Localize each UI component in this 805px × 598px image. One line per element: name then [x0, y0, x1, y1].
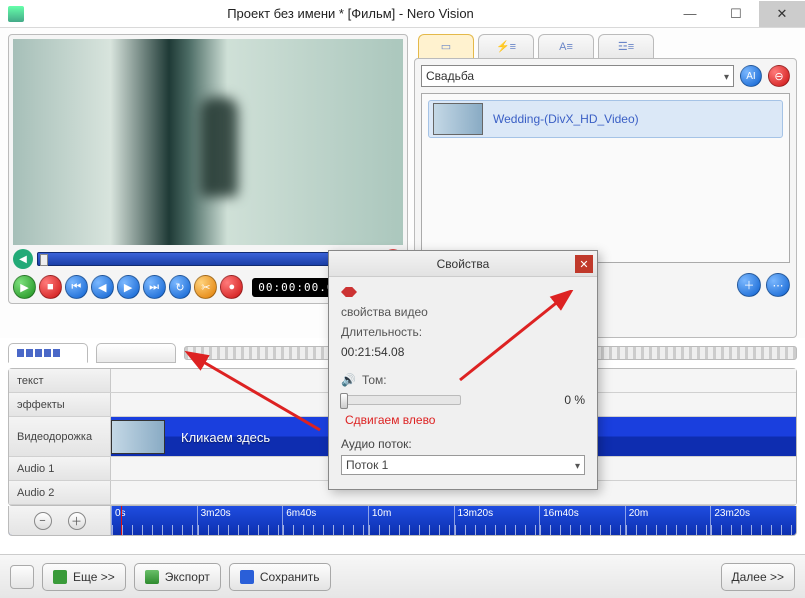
audio-stream-value: Поток 1 — [346, 458, 388, 472]
window-close-button[interactable] — [759, 1, 805, 27]
library-tab-effects[interactable]: ⚡≡ — [478, 34, 534, 58]
chevron-down-icon — [575, 458, 580, 472]
track-label-audio1: Audio 1 — [9, 457, 111, 480]
chevron-down-icon — [724, 69, 729, 83]
track-label-video: Видеодорожка — [9, 417, 111, 456]
timeline-tab-storyboard[interactable] — [8, 343, 88, 363]
stop-button[interactable]: ■ — [39, 275, 62, 299]
mark-in-button[interactable]: ◀ — [13, 249, 33, 269]
library-item-name: Wedding-(DivX_HD_Video) — [493, 112, 639, 126]
save-button[interactable]: Сохранить — [229, 563, 331, 591]
snapshot-button[interactable]: ✂ — [194, 275, 217, 299]
duration-label: Длительность: — [341, 325, 422, 339]
library-list: Wedding-(DivX_HD_Video) — [421, 93, 790, 263]
save-button-label: Сохранить — [260, 570, 320, 584]
ruler-tick: 16m40s — [539, 506, 625, 535]
time-ruler[interactable]: − ＋ 0s 3m20s 6m40s 10m 13m20s 16m40s 20m… — [8, 506, 797, 536]
playhead[interactable] — [121, 506, 122, 536]
volume-slider[interactable] — [341, 395, 461, 405]
record-button[interactable]: ● — [220, 275, 243, 299]
props-section-label: свойства видео — [341, 305, 428, 319]
window-title: Проект без имени * [Фильм] - Nero Vision — [34, 6, 667, 21]
timeline-tab-timeline[interactable] — [96, 343, 176, 363]
step-fwd-button[interactable]: ▶ — [117, 275, 140, 299]
more-button[interactable]: Еще >> — [42, 563, 126, 591]
more-icon — [53, 570, 67, 584]
ruler-tick: 0s — [111, 506, 197, 535]
export-button[interactable]: Экспорт — [134, 563, 221, 591]
export-button-label: Экспорт — [165, 570, 210, 584]
library-item-thumbnail — [433, 103, 483, 135]
video-clip[interactable]: Кликаем здесь — [111, 419, 270, 455]
properties-close-button[interactable]: ✕ — [575, 255, 593, 273]
library-delete-button[interactable]: ⊖ — [768, 65, 790, 87]
loop-button[interactable]: ↻ — [169, 275, 192, 299]
shift-annotation: Сдвигаем влево — [345, 413, 435, 427]
add-button[interactable]: ＋ — [737, 273, 761, 297]
properties-titlebar[interactable]: Свойства ✕ — [329, 251, 597, 277]
prev-frame-button[interactable]: ⏮ — [65, 275, 88, 299]
video-preview[interactable] — [13, 39, 403, 245]
next-frame-button[interactable]: ⏭ — [143, 275, 166, 299]
step-back-button[interactable]: ◀ — [91, 275, 114, 299]
options-button[interactable]: ⋯ — [766, 273, 790, 297]
volume-slider-thumb[interactable] — [340, 393, 348, 409]
next-button[interactable]: Далее >> — [721, 563, 796, 591]
export-icon — [145, 570, 159, 584]
library-tab-transitions[interactable]: ☲≡ — [598, 34, 654, 58]
audio-stream-label: Аудио поток: — [341, 437, 585, 451]
ruler-tick: 13m20s — [454, 506, 540, 535]
ruler-tick: 6m40s — [282, 506, 368, 535]
maximize-button[interactable] — [713, 1, 759, 27]
speaker-icon: 🔊 — [341, 373, 356, 387]
library-view-button[interactable]: AI — [740, 65, 762, 87]
ruler-tick: 3m20s — [197, 506, 283, 535]
next-button-label: Далее >> — [732, 570, 785, 584]
library-tab-media[interactable]: ▭ — [418, 34, 474, 58]
properties-title-text: Свойства — [437, 257, 490, 271]
ruler-tick: 10m — [368, 506, 454, 535]
bottom-toolbar: Еще >> Экспорт Сохранить Далее >> — [0, 554, 805, 598]
library-category-select[interactable]: Свадьба — [421, 65, 734, 87]
track-label-audio2: Audio 2 — [9, 481, 111, 504]
ruler-tick: 23m20s — [710, 506, 796, 535]
save-icon — [240, 570, 254, 584]
audio-stream-select[interactable]: Поток 1 — [341, 455, 585, 475]
library-tab-text[interactable]: A≡ — [538, 34, 594, 58]
zoom-in-button[interactable]: ＋ — [68, 512, 86, 530]
title-bar: Проект без имени * [Фильм] - Nero Vision — [0, 0, 805, 28]
minimize-button[interactable] — [667, 1, 713, 27]
more-button-label: Еще >> — [73, 570, 115, 584]
track-label-effects: эффекты — [9, 393, 111, 416]
zoom-out-button[interactable]: − — [34, 512, 52, 530]
track-label-text: текст — [9, 369, 111, 392]
pin-icon — [341, 287, 357, 297]
library-category-value: Свадьба — [426, 69, 474, 83]
properties-dialog[interactable]: Свойства ✕ свойства видео Длительность: … — [328, 250, 598, 490]
volume-value: 0 % — [564, 393, 585, 407]
help-button[interactable] — [10, 565, 34, 589]
play-button[interactable]: ▶ — [13, 275, 36, 299]
clip-thumbnail — [111, 420, 165, 454]
duration-value: 00:21:54.08 — [341, 345, 404, 359]
ruler-tick: 20m — [625, 506, 711, 535]
clip-label: Кликаем здесь — [181, 430, 270, 445]
app-icon — [8, 6, 24, 22]
library-item[interactable]: Wedding-(DivX_HD_Video) — [428, 100, 783, 138]
volume-label: Том: — [362, 373, 387, 387]
